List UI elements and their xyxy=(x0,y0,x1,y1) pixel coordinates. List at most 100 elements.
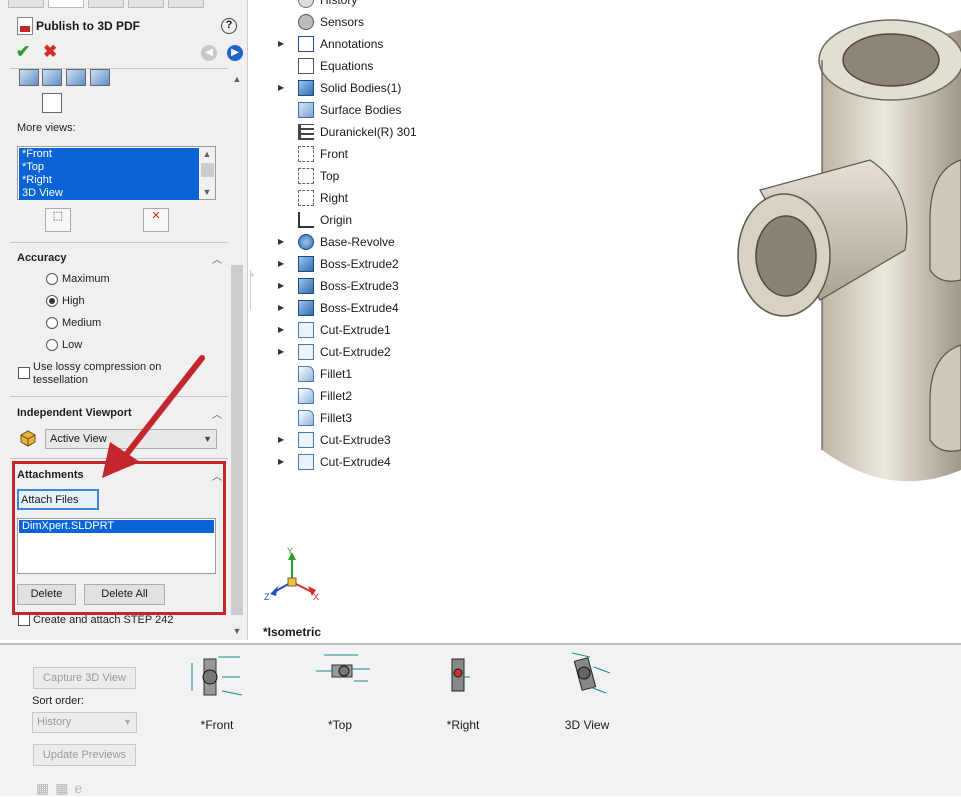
tree-item[interactable]: Origin xyxy=(270,210,460,230)
tab-display-manager[interactable] xyxy=(168,0,204,8)
cut-extrude-icon xyxy=(298,322,314,338)
thumbnail-front-icon[interactable] xyxy=(188,651,244,701)
view-isometric-icon[interactable] xyxy=(42,93,62,113)
thumbnail-top-icon[interactable] xyxy=(314,651,370,701)
tree-item[interactable]: ▶ Cut-Extrude3 xyxy=(270,430,460,450)
fillet-icon xyxy=(298,410,314,426)
bottom-toolbar-icons[interactable]: ▦▦e xyxy=(36,780,88,797)
scroll-thumb[interactable] xyxy=(201,163,214,177)
part-model[interactable] xyxy=(700,0,961,490)
tree-item[interactable]: Sensors xyxy=(270,12,460,32)
sort-order-dropdown[interactable]: History ▼ xyxy=(32,712,137,733)
list-scrollbar[interactable]: ▲ ▼ xyxy=(200,147,215,199)
step-checkbox[interactable] xyxy=(18,614,30,626)
list-item[interactable]: *Front xyxy=(19,148,199,161)
tree-item[interactable]: Fillet3 xyxy=(270,408,460,428)
radio-label: High xyxy=(62,295,85,307)
collapse-icon[interactable]: ︿ xyxy=(212,406,222,421)
scroll-down-icon[interactable]: ▼ xyxy=(230,624,244,638)
expand-icon[interactable]: ▶ xyxy=(278,232,286,252)
tree-item[interactable]: ▶ Solid Bodies(1) xyxy=(270,78,460,98)
view-back-icon[interactable] xyxy=(42,69,62,86)
view-right-icon[interactable] xyxy=(90,69,110,86)
more-views-items: *Front *Top *Right 3D View xyxy=(19,148,199,200)
expand-icon[interactable]: ▶ xyxy=(278,78,286,98)
expand-icon[interactable]: ▶ xyxy=(278,254,286,274)
tab-dimxpert-manager[interactable] xyxy=(128,0,164,8)
tree-item[interactable]: ▶ Cut-Extrude2 xyxy=(270,342,460,362)
radio-maximum[interactable] xyxy=(46,273,58,285)
update-previews-button[interactable]: Update Previews xyxy=(33,744,136,766)
tree-item-label: Cut-Extrude1 xyxy=(320,323,391,337)
tree-item[interactable]: ▶ Annotations xyxy=(270,34,460,54)
tree-item[interactable]: ▶ Boss-Extrude2 xyxy=(270,254,460,274)
tree-item-label: Cut-Extrude4 xyxy=(320,455,391,469)
tree-item[interactable]: History xyxy=(270,0,460,10)
sort-order-label: Sort order: xyxy=(32,695,84,707)
scroll-thumb[interactable] xyxy=(231,265,243,615)
tree-item[interactable]: ▶ Boss-Extrude4 xyxy=(270,298,460,318)
tree-item-label: Boss-Extrude4 xyxy=(320,301,399,315)
splitter-handle[interactable]: › xyxy=(250,270,258,310)
ok-icon[interactable]: ✔ xyxy=(16,42,30,62)
expand-icon[interactable]: ▶ xyxy=(278,276,286,296)
tree-item[interactable]: Front xyxy=(270,144,460,164)
lossy-compression-checkbox[interactable] xyxy=(18,367,30,379)
radio-low[interactable] xyxy=(46,339,58,351)
scroll-up-icon[interactable]: ▲ xyxy=(230,72,244,86)
help-button[interactable]: ? xyxy=(221,18,237,34)
history-icon xyxy=(298,0,314,8)
next-icon[interactable]: ▶ xyxy=(227,45,243,61)
remove-view-icon[interactable]: ✕ xyxy=(143,208,169,232)
tab-property-manager[interactable] xyxy=(48,0,84,8)
viewport-icon xyxy=(18,429,38,447)
sort-order-value: History xyxy=(37,716,72,728)
tree-item[interactable]: ▶ Base-Revolve xyxy=(270,232,460,252)
axis-z-label: Z xyxy=(264,592,270,602)
tree-item[interactable]: Fillet1 xyxy=(270,364,460,384)
tab-feature-manager[interactable] xyxy=(8,0,44,8)
tree-item[interactable]: Surface Bodies xyxy=(270,100,460,120)
expand-icon[interactable]: ▶ xyxy=(278,34,286,54)
collapse-icon[interactable]: ︿ xyxy=(212,251,222,266)
revolve-icon xyxy=(298,234,314,250)
material-icon xyxy=(298,124,314,140)
equation-icon xyxy=(298,58,314,74)
more-views-list[interactable]: *Front *Top *Right 3D View ▲ ▼ xyxy=(17,146,216,200)
tree-item[interactable]: ▶ Cut-Extrude1 xyxy=(270,320,460,340)
expand-icon[interactable]: ▶ xyxy=(278,298,286,318)
tree-item[interactable]: Fillet2 xyxy=(270,386,460,406)
tab-configuration-manager[interactable] xyxy=(88,0,124,8)
expand-icon[interactable]: ▶ xyxy=(278,452,286,472)
tree-item[interactable]: ▶ Boss-Extrude3 xyxy=(270,276,460,296)
tree-item[interactable]: Top xyxy=(270,166,460,186)
list-item[interactable]: *Top xyxy=(19,161,199,174)
add-view-icon[interactable]: ⬚ xyxy=(45,208,71,232)
thumbnail-label: 3D View xyxy=(564,718,610,732)
tree-item[interactable]: Equations xyxy=(270,56,460,76)
pdf-icon xyxy=(17,17,33,35)
view-front-icon[interactable] xyxy=(19,69,39,86)
thumbnail-3d-view-icon[interactable] xyxy=(560,649,616,699)
scroll-down-icon[interactable]: ▼ xyxy=(200,185,214,199)
tree-item-label: Cut-Extrude2 xyxy=(320,345,391,359)
tree-item[interactable]: ▶ Cut-Extrude4 xyxy=(270,452,460,472)
radio-high[interactable] xyxy=(46,295,58,307)
radio-medium[interactable] xyxy=(46,317,58,329)
scroll-up-icon[interactable]: ▲ xyxy=(200,147,214,161)
capture-3d-view-button[interactable]: Capture 3D View xyxy=(33,667,136,689)
tree-item[interactable]: Right xyxy=(270,188,460,208)
tree-item[interactable]: Duranickel(R) 301 xyxy=(270,122,460,142)
cancel-icon[interactable]: ✖ xyxy=(43,42,57,62)
tree-item-label: Base-Revolve xyxy=(320,235,395,249)
tree-item-label: Fillet2 xyxy=(320,389,353,403)
previous-icon[interactable]: ◀ xyxy=(201,45,217,61)
extrude-icon xyxy=(298,300,314,316)
view-left-icon[interactable] xyxy=(66,69,86,86)
list-item[interactable]: *Right xyxy=(19,174,199,187)
expand-icon[interactable]: ▶ xyxy=(278,430,286,450)
thumbnail-right-icon[interactable] xyxy=(436,651,492,701)
expand-icon[interactable]: ▶ xyxy=(278,320,286,340)
list-item[interactable]: 3D View xyxy=(19,187,199,200)
expand-icon[interactable]: ▶ xyxy=(278,342,286,362)
